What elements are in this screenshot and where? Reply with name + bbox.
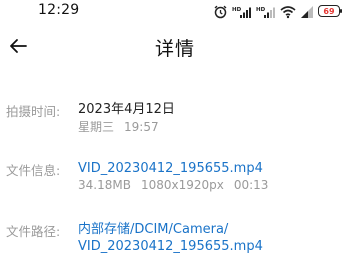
wifi-icon <box>280 4 296 19</box>
status-time: 12:29 <box>38 2 80 18</box>
capture-weekday-time: 星期三 19:57 <box>78 119 342 136</box>
file-duration: 00:13 <box>233 178 269 192</box>
file-size: 34.18MB <box>78 178 131 192</box>
file-path-line1[interactable]: 内部存储/DCIM/Camera/ <box>78 221 342 238</box>
detail-row-file-info: 文件信息: VID_20230412_195655.mp4 34.18MB 108… <box>6 160 342 200</box>
hd-label: HD <box>256 7 266 13</box>
detail-row-capture-time: 拍摄时间: 2023年4月12日 星期三 19:57 <box>6 101 342 141</box>
signal-icon <box>300 4 314 18</box>
file-resolution: 1080x1920px <box>140 178 224 192</box>
hd-signal-icon: HD <box>256 4 276 18</box>
battery-icon: 69 <box>318 5 342 17</box>
alarm-icon <box>213 4 228 19</box>
file-name-link[interactable]: VID_20230412_195655.mp4 <box>78 160 342 177</box>
detail-row-file-path: 文件路径: 内部存储/DCIM/Camera/ VID_20230412_195… <box>6 221 342 261</box>
file-path-label: 文件路径: <box>6 224 61 239</box>
page-title: 详情 <box>154 38 195 60</box>
file-path-line2[interactable]: VID_20230412_195655.mp4 <box>78 238 342 255</box>
file-meta: 34.18MB 1080x1920px 00:13 <box>78 177 342 194</box>
capture-date: 2023年4月12日 <box>78 102 175 117</box>
details-screen: 12:29 HD HD 69 详情 拍摄时间: 2023年4月12日 星期三 1… <box>0 0 350 270</box>
capture-time-values: 2023年4月12日 星期三 19:57 <box>78 101 342 136</box>
hd-signal-icon: HD <box>232 4 252 18</box>
file-info-label: 文件信息: <box>6 163 61 178</box>
hd-label: HD <box>232 7 242 13</box>
header: 详情 <box>0 24 350 70</box>
battery-level: 69 <box>323 6 335 16</box>
capture-weekday: 星期三 <box>78 120 115 134</box>
capture-time-label: 拍摄时间: <box>6 104 61 119</box>
file-info-values: VID_20230412_195655.mp4 34.18MB 1080x1920… <box>78 160 342 194</box>
file-path-values[interactable]: 内部存储/DCIM/Camera/ VID_20230412_195655.mp… <box>78 221 342 255</box>
capture-clock: 19:57 <box>124 120 159 134</box>
status-icons: HD HD 69 <box>213 4 342 19</box>
status-bar: 12:29 HD HD 69 <box>0 0 350 22</box>
